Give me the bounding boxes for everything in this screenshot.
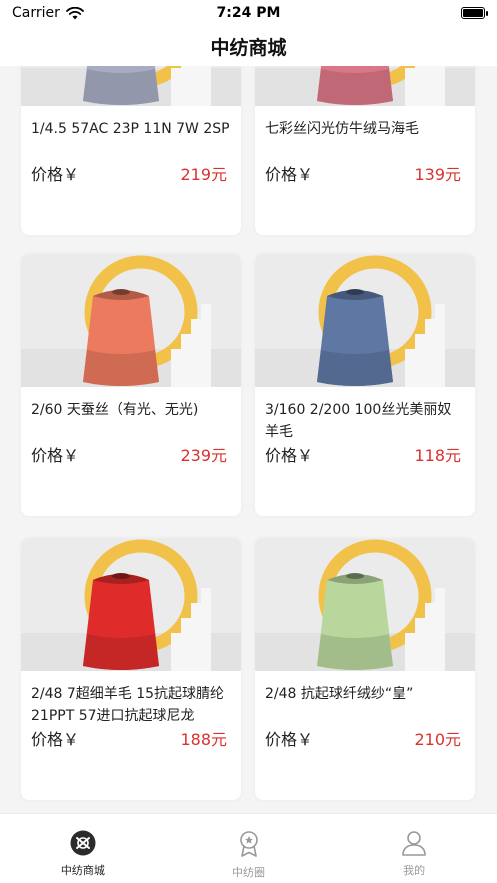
product-image xyxy=(21,538,241,671)
product-name: 1/4.5 57AC 23P 11N 7W 2SP xyxy=(31,121,230,137)
price-value: 219元 xyxy=(180,165,227,184)
price-row: 价格￥ 219元 xyxy=(31,161,227,185)
wifi-icon xyxy=(65,6,84,19)
price-value: 188元 xyxy=(180,730,227,749)
product-image xyxy=(255,254,475,387)
price-row: 价格￥ 188元 xyxy=(31,726,227,750)
tab-shop[interactable]: 中纺商城 xyxy=(0,814,166,883)
yarn-cone-photo xyxy=(255,254,475,387)
tab-bar: 中纺商城 中纺圈 我的 xyxy=(0,813,497,883)
product-card[interactable]: 3/160 2/200 100丝光美丽奴羊毛 价格￥ 118元 xyxy=(255,254,475,516)
tab-label: 中纺商城 xyxy=(60,864,105,877)
product-image xyxy=(21,254,241,387)
page-title: 中纺商城 xyxy=(210,36,287,59)
yarn-cone-photo xyxy=(21,538,241,671)
battery-icon xyxy=(461,7,488,19)
medal-icon xyxy=(239,831,258,857)
yarn-cone-photo xyxy=(255,538,475,671)
product-name: 2/48 抗起球纤绒纱“皇” xyxy=(265,686,414,702)
price-value: 139元 xyxy=(414,165,461,184)
yarn-cone-photo xyxy=(21,254,241,387)
battery-fill xyxy=(463,9,483,17)
price-row: 价格￥ 210元 xyxy=(265,726,461,750)
product-name: 七彩丝闪光仿牛绒马海毛 xyxy=(265,121,419,137)
price-label: 价格￥ xyxy=(31,165,80,184)
shop-logo-icon xyxy=(70,830,96,856)
product-image xyxy=(255,66,475,106)
product-image xyxy=(255,538,475,671)
product-card[interactable]: 七彩丝闪光仿牛绒马海毛 价格￥ 139元 xyxy=(255,66,475,235)
price-label: 价格￥ xyxy=(265,446,314,465)
price-label: 价格￥ xyxy=(31,446,80,465)
person-icon xyxy=(402,831,426,856)
price-label: 价格￥ xyxy=(265,165,314,184)
product-card[interactable]: 2/60 天蚕丝（有光、无光) 价格￥ 239元 xyxy=(21,254,241,516)
tab-circle[interactable]: 中纺圈 xyxy=(166,814,332,883)
price-row: 价格￥ 239元 xyxy=(31,442,227,466)
product-name: 3/160 2/200 100丝光美丽奴羊毛 xyxy=(265,402,452,440)
price-row: 价格￥ 139元 xyxy=(265,161,461,185)
price-label: 价格￥ xyxy=(31,730,80,749)
status-left: Carrier xyxy=(12,5,84,21)
product-card[interactable]: 1/4.5 57AC 23P 11N 7W 2SP 价格￥ 219元 xyxy=(21,66,241,235)
product-card[interactable]: 2/48 抗起球纤绒纱“皇” 价格￥ 210元 xyxy=(255,538,475,800)
product-card[interactable]: 2/48 7超细羊毛 15抗起球腈纶 21PPT 57进口抗起球尼龙 价格￥ 1… xyxy=(21,538,241,800)
yarn-cone-photo xyxy=(21,66,241,106)
carrier-label: Carrier xyxy=(12,5,60,21)
price-value: 239元 xyxy=(180,446,227,465)
tab-label: 我的 xyxy=(403,864,426,877)
product-name: 2/48 7超细羊毛 15抗起球腈纶 21PPT 57进口抗起球尼龙 xyxy=(31,686,225,724)
price-value: 210元 xyxy=(414,730,461,749)
status-bar: Carrier 7:24 PM xyxy=(0,0,497,26)
product-image xyxy=(21,66,241,106)
product-name: 2/60 天蚕丝（有光、无光) xyxy=(31,402,199,418)
price-value: 118元 xyxy=(414,446,461,465)
price-label: 价格￥ xyxy=(265,730,314,749)
tab-mine[interactable]: 我的 xyxy=(331,814,497,883)
product-grid[interactable]: 1/4.5 57AC 23P 11N 7W 2SP 价格￥ 219元 七彩丝闪光… xyxy=(0,66,497,813)
price-row: 价格￥ 118元 xyxy=(265,442,461,466)
navigation-bar: 中纺商城 xyxy=(0,26,497,66)
yarn-cone-photo xyxy=(255,66,475,106)
tab-label: 中纺圈 xyxy=(232,866,265,879)
